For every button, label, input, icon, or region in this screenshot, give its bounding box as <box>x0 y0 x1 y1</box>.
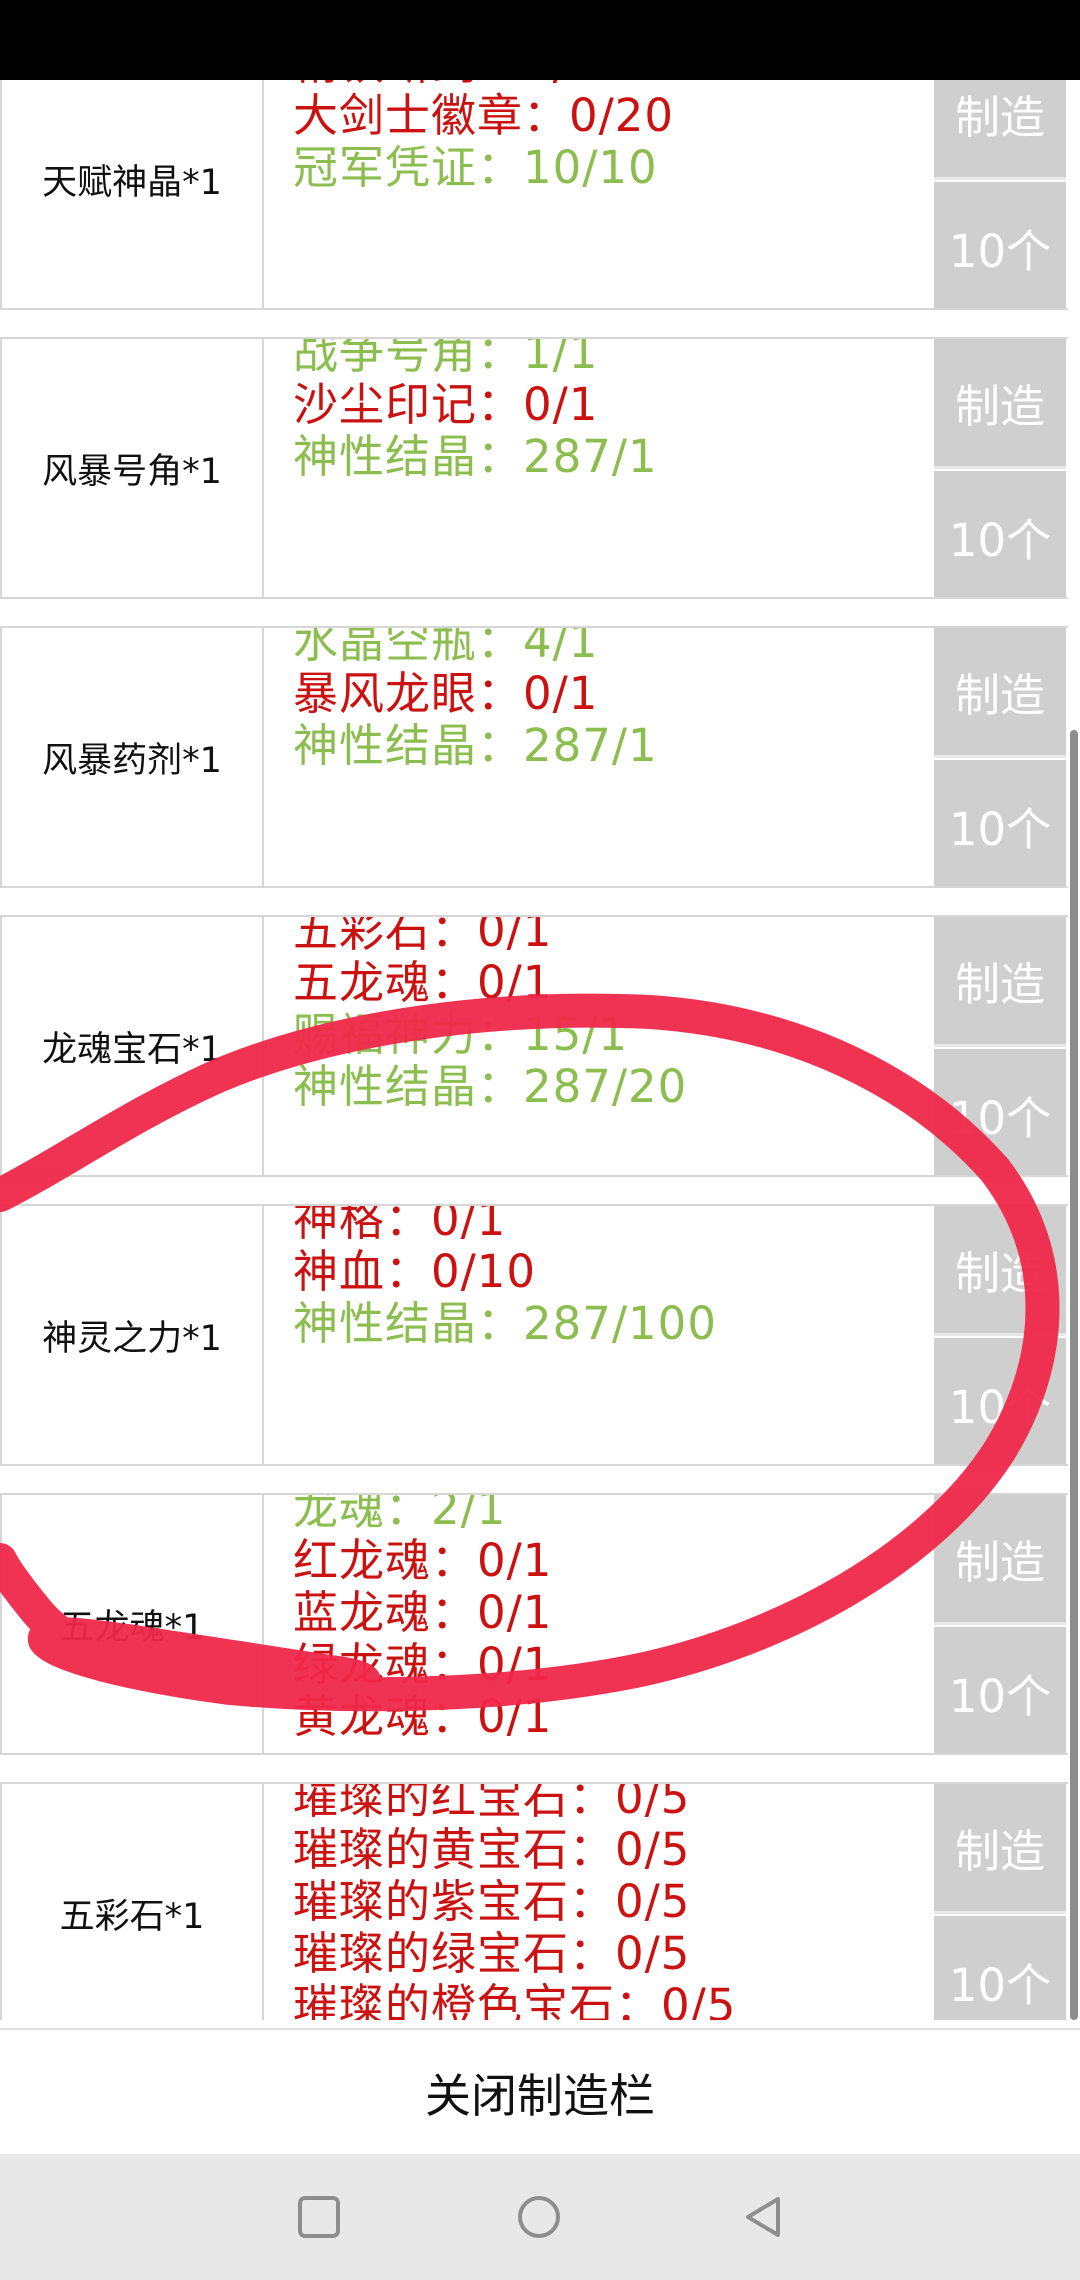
recipe-name: 五彩石*1 <box>0 1784 264 2020</box>
make-ten-button[interactable]: 10个 <box>934 182 1066 308</box>
material-list: 璀璨的红宝石：0/5 璀璨的黄宝石：0/5 璀璨的紫宝石：0/5 璀璨的绿宝石：0/5… <box>293 1784 933 2020</box>
material-list: 五彩石：0/1 五龙魂：0/1 赐福神力：15/1 神性结晶：287/20 <box>293 917 933 1175</box>
material-list: 水晶空瓶：4/1 暴风龙眼：0/1 神性结晶：287/1 <box>293 628 933 886</box>
close-crafting-bar-button[interactable]: 关闭制造栏 <box>0 2028 1080 2156</box>
material-requirement: 冠军凭证：10/10 <box>293 141 658 194</box>
recipe-row: 风暴药剂*1 水晶空瓶：4/1 暴风龙眼：0/1 神性结晶：287/1 制造 10个 <box>0 626 1068 888</box>
make-button[interactable]: 制造 <box>934 1784 1066 1914</box>
material-requirement: 神格：0/1 <box>293 1204 507 1246</box>
material-requirement: 蓝龙魂：0/1 <box>293 1586 553 1639</box>
material-requirement: 五龙魂：0/1 <box>293 956 553 1009</box>
recipe-name: 神灵之力*1 <box>0 1206 264 1464</box>
recipe-name: 五龙魂*1 <box>0 1495 264 1753</box>
material-requirement: 璀璨的橙色宝石：0/5 <box>293 1979 737 2021</box>
home-circle-icon[interactable] <box>506 2184 572 2250</box>
recipe-name: 风暴号角*1 <box>0 339 264 597</box>
status-bar <box>0 0 1080 80</box>
material-requirement: 黄龙魂：0/1 <box>293 1690 553 1743</box>
material-list: 龙魂：2/1 红龙魂：0/1 蓝龙魂：0/1 绿龙魂：0/1 黄龙魂：0/1 <box>293 1495 933 1753</box>
make-ten-button[interactable]: 10个 <box>934 471 1066 597</box>
material-requirement: 神性结晶：287/1 <box>293 430 658 483</box>
material-list: 战争号角：1/1 沙尘印记：0/1 神性结晶：287/1 <box>293 339 933 597</box>
material-requirement: 绿龙魂：0/1 <box>293 1638 553 1691</box>
recipe-row: 五彩石*1 璀璨的红宝石：0/5 璀璨的黄宝石：0/5 璀璨的紫宝石：0/5 璀璨的绿宝… <box>0 1782 1068 2020</box>
make-button[interactable]: 制造 <box>934 1206 1066 1336</box>
make-ten-button[interactable]: 10个 <box>934 760 1066 886</box>
make-ten-button[interactable]: 10个 <box>934 1627 1066 1753</box>
recipe-row: 龙魂宝石*1 五彩石：0/1 五龙魂：0/1 赐福神力：15/1 神性结晶：287/20… <box>0 915 1068 1177</box>
recipe-row: 神灵之力*1 神格：0/1 神血：0/10 神性结晶：287/100 制造 10个 <box>0 1204 1068 1466</box>
material-requirement: 神性结晶：287/20 <box>293 1060 688 1113</box>
material-requirement: 神血：0/10 <box>293 1245 537 1298</box>
material-requirement: 沙尘印记：0/1 <box>293 378 599 431</box>
material-list: 神格：0/1 神血：0/10 神性结晶：287/100 <box>293 1206 933 1464</box>
back-triangle-icon[interactable] <box>730 2184 796 2250</box>
make-button[interactable]: 制造 <box>934 917 1066 1047</box>
recipe-row: 天赋神晶*1精铁断剑：0/20大剑士徽章：0/20冠军凭证：10/10制造10个 <box>0 80 1068 310</box>
recipe-list[interactable]: 天赋神晶*1精铁断剑：0/20大剑士徽章：0/20冠军凭证：10/10制造10个… <box>0 80 1068 2020</box>
make-button[interactable]: 制造 <box>934 628 1066 758</box>
material-list: 精铁断剑：0/20大剑士徽章：0/20冠军凭证：10/10 <box>293 80 933 308</box>
make-ten-button[interactable]: 10个 <box>934 1338 1066 1464</box>
close-crafting-bar-label: 关闭制造栏 <box>425 2069 655 2123</box>
material-requirement: 大剑士徽章：0/20 <box>293 89 675 142</box>
make-button[interactable]: 制造 <box>934 1495 1066 1625</box>
material-requirement: 五彩石：0/1 <box>293 915 553 957</box>
make-ten-button[interactable]: 10个 <box>934 1916 1066 2020</box>
recipe-row: 五龙魂*1 龙魂：2/1 红龙魂：0/1 蓝龙魂：0/1 绿龙魂：0/1 黄龙魂：0/1 制… <box>0 1493 1068 1755</box>
scrollbar[interactable] <box>1070 730 1078 2020</box>
recipe-row: 风暴号角*1 战争号角：1/1 沙尘印记：0/1 神性结晶：287/1 制造 10个 <box>0 337 1068 599</box>
material-requirement: 璀璨的黄宝石：0/5 <box>293 1823 691 1876</box>
recipe-name: 龙魂宝石*1 <box>0 917 264 1175</box>
material-requirement: 璀璨的红宝石：0/5 <box>293 1782 691 1824</box>
make-ten-button[interactable]: 10个 <box>934 1049 1066 1175</box>
make-button[interactable]: 制造 <box>934 339 1066 469</box>
system-navigation-bar <box>0 2154 1080 2280</box>
material-requirement: 神性结晶：287/100 <box>293 1297 717 1350</box>
material-requirement: 神性结晶：287/1 <box>293 719 658 772</box>
material-requirement: 璀璨的紫宝石：0/5 <box>293 1875 691 1928</box>
material-requirement: 暴风龙眼：0/1 <box>293 667 599 720</box>
recent-apps-square-icon[interactable] <box>286 2184 352 2250</box>
recipe-name: 风暴药剂*1 <box>0 628 264 886</box>
material-requirement: 战争号角：1/1 <box>293 337 599 379</box>
make-button[interactable]: 制造 <box>934 80 1066 180</box>
material-requirement: 龙魂：2/1 <box>293 1493 507 1535</box>
material-requirement: 水晶空瓶：4/1 <box>293 626 599 668</box>
recipe-name: 天赋神晶*1 <box>0 80 264 308</box>
material-requirement: 赐福神力：15/1 <box>293 1008 629 1061</box>
material-requirement: 红龙魂：0/1 <box>293 1534 553 1587</box>
material-requirement: 璀璨的绿宝石：0/5 <box>293 1927 691 1980</box>
